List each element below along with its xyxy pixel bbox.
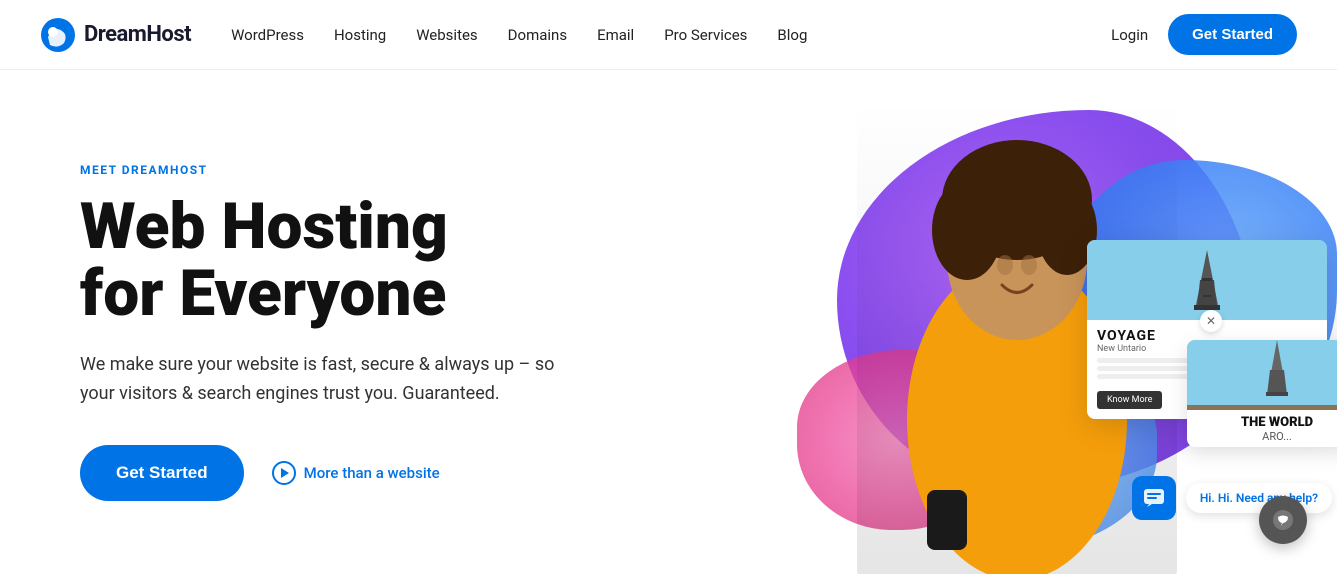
nav-pro-services[interactable]: Pro Services — [664, 26, 747, 44]
play-icon — [272, 461, 296, 485]
logo[interactable]: DreamHost — [40, 17, 191, 53]
hero-title: Web Hosting for Everyone — [80, 193, 660, 327]
blob-container: VOYAGE New Untario Know More ✕ — [657, 80, 1337, 574]
get-started-nav-button[interactable]: Get Started — [1168, 14, 1297, 55]
nav-wordpress[interactable]: WordPress — [231, 26, 304, 44]
hero-section: MEET DREAMHOST Web Hosting for Everyone … — [0, 70, 1337, 574]
chat-greeting-hi: Hi. — [1200, 491, 1218, 505]
navbar: DreamHost WordPress Hosting Websites Dom… — [0, 0, 1337, 70]
brand-name: DreamHost — [84, 22, 191, 47]
world-card-title: THE WORLD ARO... — [1187, 410, 1337, 447]
hero-eyebrow: MEET DREAMHOST — [80, 163, 660, 177]
chat-corner-icon — [1271, 508, 1295, 532]
nav-blog[interactable]: Blog — [777, 26, 807, 44]
chat-corner-button[interactable] — [1259, 496, 1307, 544]
chat-icon — [1132, 476, 1176, 520]
world-card-image — [1187, 340, 1337, 410]
hero-title-line1: Web Hosting — [80, 189, 448, 264]
card-know-more[interactable]: Know More — [1097, 391, 1162, 409]
card-image-area — [1087, 240, 1327, 320]
nav-websites[interactable]: Websites — [416, 26, 477, 44]
hero-title-line2: for Everyone — [80, 256, 446, 331]
nav-right: Login Get Started — [1111, 14, 1297, 55]
chat-svg-icon — [1142, 486, 1166, 510]
hero-visual: VOYAGE New Untario Know More ✕ — [617, 70, 1337, 574]
more-than-link[interactable]: More than a website — [272, 461, 440, 485]
world-card-svg — [1187, 340, 1337, 405]
nav-hosting[interactable]: Hosting — [334, 26, 386, 44]
hero-description: We make sure your website is fast, secur… — [80, 351, 580, 409]
play-triangle — [281, 468, 289, 478]
nav-links: WordPress Hosting Websites Domains Email… — [231, 26, 1111, 44]
chat-bubble: Hi. Hi. Need any help? — [1186, 483, 1332, 513]
dreamhost-logo-icon — [40, 17, 76, 53]
hero-content: MEET DREAMHOST Web Hosting for Everyone … — [80, 163, 660, 501]
hero-actions: Get Started More than a website — [80, 445, 660, 501]
card-image-svg — [1087, 240, 1327, 320]
login-link[interactable]: Login — [1111, 26, 1148, 44]
card-close-button[interactable]: ✕ — [1200, 310, 1222, 332]
nav-domains[interactable]: Domains — [508, 26, 567, 44]
get-started-hero-button[interactable]: Get Started — [80, 445, 244, 501]
more-than-label: More than a website — [304, 464, 440, 482]
world-card: THE WORLD ARO... — [1187, 340, 1337, 447]
nav-email[interactable]: Email — [597, 26, 634, 44]
